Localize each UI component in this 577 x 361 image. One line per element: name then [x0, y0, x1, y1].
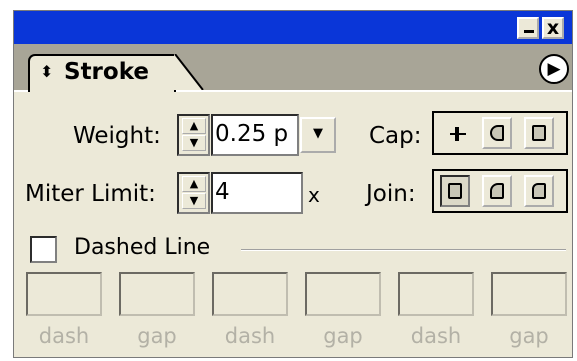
divider: [241, 249, 566, 251]
gap-label-2: gap: [323, 324, 363, 348]
gap-label-3: gap: [509, 324, 549, 348]
tab-stroke[interactable]: ⬍ Stroke: [28, 54, 176, 92]
stepper-up-icon[interactable]: ▲: [182, 176, 206, 192]
dash-field-2[interactable]: [212, 272, 288, 316]
join-buttons: [432, 169, 568, 213]
bevel-join-button[interactable]: [524, 175, 554, 207]
minimize-button[interactable]: [517, 17, 539, 39]
gap-field-2[interactable]: [305, 272, 381, 316]
dash-field-1[interactable]: [26, 272, 102, 316]
panel-menu-button[interactable]: ▶: [539, 54, 569, 84]
gap-field-1[interactable]: [119, 272, 195, 316]
tab-strip: ⬍ Stroke ▶: [14, 44, 572, 92]
cap-label: Cap:: [369, 123, 422, 149]
dashed-line-checkbox[interactable]: [30, 236, 57, 263]
weight-stepper[interactable]: ▲ ▼: [177, 114, 210, 156]
miter-join-button[interactable]: [440, 175, 470, 207]
close-button[interactable]: x: [542, 17, 564, 39]
miter-suffix: x: [308, 183, 320, 207]
weight-input[interactable]: 0.25 p: [211, 114, 299, 156]
cap-buttons: [432, 111, 568, 155]
dash-label-3: dash: [410, 324, 462, 348]
dash-label-2: dash: [224, 324, 276, 348]
miter-limit-input[interactable]: 4: [211, 172, 303, 214]
dash-label-1: dash: [38, 324, 90, 348]
butt-cap-button[interactable]: [440, 117, 470, 149]
weight-label: Weight:: [73, 123, 161, 149]
sort-updown-icon: ⬍: [40, 62, 54, 81]
round-join-button[interactable]: [482, 175, 512, 207]
dashed-line-label: Dashed Line: [74, 235, 211, 260]
tab-edge: [174, 54, 204, 90]
stepper-down-icon[interactable]: ▼: [182, 193, 206, 209]
dash-field-3[interactable]: [398, 272, 474, 316]
tab-stroke-label: Stroke: [64, 59, 149, 85]
stepper-down-icon[interactable]: ▼: [182, 135, 206, 151]
stroke-panel: x ⬍ Stroke ▶ Weight: ▲ ▼ 0.25 p ▼ Cap: M…: [13, 10, 573, 358]
projecting-cap-button[interactable]: [524, 117, 554, 149]
gap-label-1: gap: [137, 324, 177, 348]
weight-dropdown-button[interactable]: ▼: [300, 117, 336, 153]
join-label: Join:: [366, 181, 416, 207]
stepper-up-icon[interactable]: ▲: [182, 118, 206, 134]
round-cap-button[interactable]: [482, 117, 512, 149]
miter-limit-label: Miter Limit:: [25, 181, 156, 207]
miter-stepper[interactable]: ▲ ▼: [177, 172, 210, 214]
palette-titlebar[interactable]: x: [14, 11, 572, 44]
gap-field-3[interactable]: [491, 272, 567, 316]
